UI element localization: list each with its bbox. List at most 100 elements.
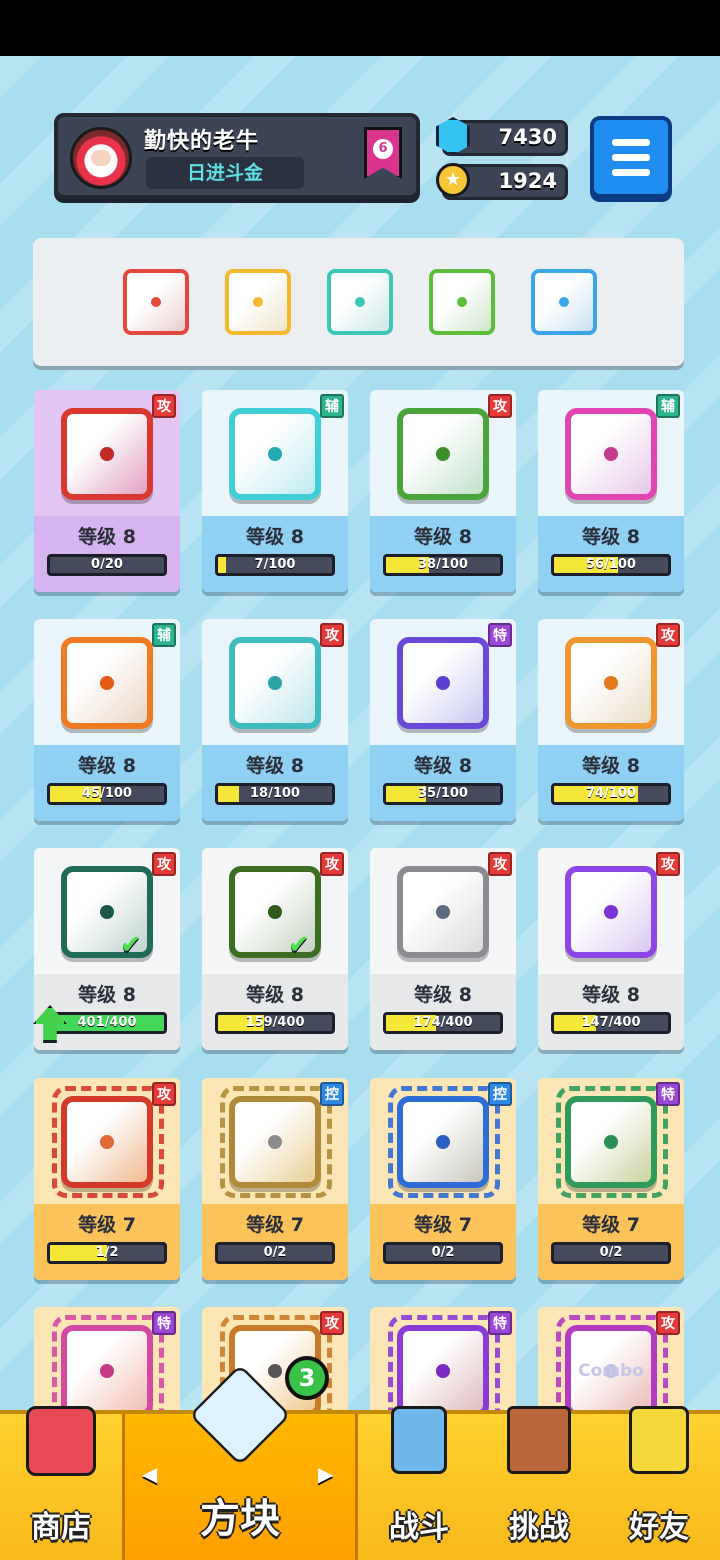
block-core-icon <box>436 905 450 919</box>
block-level: 等级 8 <box>582 984 640 1006</box>
card-info: 等级 8 38/100 <box>370 516 516 592</box>
progress-bar: 147/400 <box>551 1012 671 1034</box>
dragon-frame-icon <box>220 1086 332 1198</box>
progress-text: 35/100 <box>418 786 468 801</box>
block-level: 等级 8 <box>246 755 304 777</box>
block-card[interactable]: 控等级 7 0/2 <box>370 1078 516 1280</box>
type-tag: 控 <box>488 1082 512 1106</box>
equipped-blocks-panel <box>33 238 684 366</box>
block-core-icon <box>268 905 282 919</box>
card-info: 等级 8 35/100 <box>370 745 516 821</box>
block-core-icon <box>457 297 467 307</box>
nav-shop-label: 商店 <box>31 1510 91 1545</box>
type-tag: 攻 <box>152 852 176 876</box>
block-card[interactable]: 特等级 8 35/100 <box>370 619 516 821</box>
equipped-slot[interactable] <box>123 269 189 335</box>
progress-bar: 74/100 <box>551 783 671 805</box>
nav-battle-label: 战斗 <box>389 1510 449 1545</box>
block-card[interactable]: 辅等级 8 7/100 <box>202 390 348 592</box>
progress-text: 159/400 <box>245 1015 305 1030</box>
coin-icon: ★ <box>436 163 470 197</box>
block-card[interactable]: 攻等级 8 38/100 <box>370 390 516 592</box>
block-card[interactable]: 辅等级 8 45/100 <box>34 619 180 821</box>
block-card[interactable]: 辅等级 8 56/100 <box>538 390 684 592</box>
next-arrow-icon[interactable]: ▶ <box>318 1462 333 1486</box>
progress-bar: 159/400 <box>215 1012 335 1034</box>
block-card[interactable]: 攻等级 8 174/400 <box>370 848 516 1050</box>
equipped-slot[interactable] <box>429 269 495 335</box>
avatar[interactable] <box>70 127 132 189</box>
block-card[interactable]: 攻等级 8 74/100 <box>538 619 684 821</box>
menu-bar <box>612 154 650 161</box>
type-tag: 特 <box>152 1311 176 1335</box>
block-icon <box>229 408 321 500</box>
nav-battle[interactable]: 战斗 <box>358 1406 480 1560</box>
progress-bar: 45/100 <box>47 783 167 805</box>
progress-bar: 0/2 <box>383 1242 503 1264</box>
new-blocks-badge: 3 <box>285 1356 329 1400</box>
block-level: 等级 8 <box>582 526 640 548</box>
block-level: 等级 8 <box>246 984 304 1006</box>
nav-blocks[interactable]: 方块 <box>122 1364 358 1560</box>
type-tag: 辅 <box>656 394 680 418</box>
progress-text: 7/100 <box>254 557 296 572</box>
block-card[interactable]: 攻等级 7 1/2 <box>34 1078 180 1280</box>
dragon-frame-icon <box>388 1086 500 1198</box>
type-tag: 攻 <box>488 394 512 418</box>
block-card[interactable]: 攻等级 8 18/100 <box>202 619 348 821</box>
card-info: 等级 8 18/100 <box>202 745 348 821</box>
card-info: 等级 8 147/400 <box>538 974 684 1050</box>
block-card[interactable]: 攻等级 8 0/20 <box>34 390 180 592</box>
block-core-icon <box>100 447 114 461</box>
battle-shield-icon <box>391 1406 447 1474</box>
block-core-icon <box>253 297 263 307</box>
block-card[interactable]: 特等级 7 0/2 <box>538 1078 684 1280</box>
type-tag: 特 <box>488 623 512 647</box>
block-level: 等级 8 <box>414 755 472 777</box>
progress-text: 18/100 <box>250 786 300 801</box>
block-level: 等级 8 <box>78 755 136 777</box>
nav-friends-label: 好友 <box>629 1510 689 1545</box>
type-tag: 攻 <box>320 852 344 876</box>
block-icon <box>61 637 153 729</box>
block-core-icon <box>436 676 450 690</box>
card-info: 等级 8 159/400 <box>202 974 348 1050</box>
card-info: 等级 8 0/20 <box>34 516 180 592</box>
progress-text: 1/2 <box>95 1245 119 1260</box>
block-card[interactable]: ✔ 攻等级 8 159/400 <box>202 848 348 1050</box>
nav-shop[interactable]: 商店 <box>0 1406 122 1560</box>
progress-bar: 56/100 <box>551 554 671 576</box>
rank-number: 6 <box>373 139 393 159</box>
gems-value: 7430 <box>498 125 557 149</box>
type-tag: 攻 <box>320 623 344 647</box>
status-bar <box>0 0 720 56</box>
card-info: 等级 8 45/100 <box>34 745 180 821</box>
block-card[interactable]: 攻等级 8 147/400 <box>538 848 684 1050</box>
card-info: 等级 8 56/100 <box>538 516 684 592</box>
progress-bar: 1/2 <box>47 1242 167 1264</box>
block-icon <box>565 408 657 500</box>
equipped-slot[interactable] <box>531 269 597 335</box>
nav-challenge[interactable]: 挑战 <box>480 1406 598 1560</box>
type-tag: 攻 <box>152 1082 176 1106</box>
player-title: 日进斗金 <box>146 157 304 189</box>
block-level: 等级 7 <box>78 1214 136 1236</box>
card-info: 等级 8 74/100 <box>538 745 684 821</box>
block-icon <box>565 866 657 958</box>
block-card[interactable]: 控等级 7 0/2 <box>202 1078 348 1280</box>
equipped-slot[interactable] <box>327 269 393 335</box>
nav-friends[interactable]: 好友 <box>598 1406 720 1560</box>
prev-arrow-icon[interactable]: ◀ <box>142 1462 157 1486</box>
block-core-icon <box>604 447 618 461</box>
equipped-slot[interactable] <box>225 269 291 335</box>
profile-panel[interactable]: 勤快的老牛 日进斗金 6 <box>54 113 420 199</box>
dragon-frame-icon <box>52 1086 164 1198</box>
menu-button[interactable] <box>590 116 672 198</box>
card-info: 等级 8 7/100 <box>202 516 348 592</box>
card-info: 等级 7 1/2 <box>34 1204 180 1280</box>
progress-bar: 18/100 <box>215 783 335 805</box>
card-info: 等级 7 0/2 <box>370 1204 516 1280</box>
block-core-icon <box>604 905 618 919</box>
progress-text: 45/100 <box>82 786 132 801</box>
progress-bar: 174/400 <box>383 1012 503 1034</box>
